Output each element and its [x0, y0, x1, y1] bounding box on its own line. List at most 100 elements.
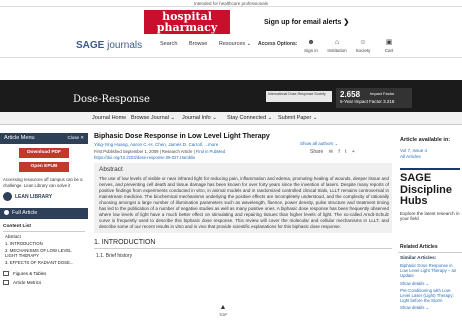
open-epub-button[interactable]: Open EPUB [19, 162, 69, 172]
institution-button[interactable]: ⌂ Institution [324, 38, 350, 53]
arrow-up-icon: ▲ [219, 304, 227, 311]
nav-journal-info[interactable]: Journal Info ⌄ [182, 115, 217, 121]
find-in-pubmed-link[interactable]: Find in PubMed [196, 149, 225, 154]
article-type: Research Article [161, 149, 193, 154]
article-main: Biphasic Dose Response in Low Level Ligh… [94, 133, 392, 324]
abstract-section: Abstract The use of low levels of visibl… [94, 163, 392, 233]
brief-history-heading: 1.1. Brief history [96, 253, 133, 259]
article-metrics-link[interactable]: Article Metrics [3, 278, 85, 287]
metrics-icon [3, 280, 9, 285]
nav-stay-connected[interactable]: Stay Connected ⌄ [227, 115, 272, 121]
top-label: TOP [218, 312, 228, 317]
sage-hubs-subtitle: Explore the latest research in your fiel… [400, 210, 460, 222]
society-button[interactable]: ☺ Society [350, 38, 376, 53]
impact-label: Impact Factor [370, 91, 395, 96]
content-item-mechanisms[interactable]: 2. MECHANISMS OF LOW LEVEL LIGHT THERAPY [3, 246, 85, 258]
figures-icon [3, 271, 9, 276]
available-in-heading: Article available in: [400, 137, 451, 143]
content-item-effects[interactable]: 3. EFFECTS OF RADIANT DOSE... [3, 258, 85, 265]
cart-label: Cart [384, 48, 394, 53]
show-all-authors-link[interactable]: Show all authors ⌄ [300, 141, 338, 147]
related-item[interactable]: Pre-Conditioning with Low-Level Laser (L… [398, 286, 462, 304]
ad-divider [400, 168, 460, 170]
content-item-abstract[interactable]: Abstract [3, 232, 85, 239]
lean-library-logo[interactable]: LEAN LIBRARY [3, 192, 85, 203]
sage-journals-logo[interactable]: SAGE journals [76, 40, 142, 51]
building-icon: ⌂ [334, 39, 340, 46]
ad-brand-line2: pharmacy [156, 21, 218, 34]
full-article-label: Full Article [12, 210, 38, 216]
dose-response-society-ad[interactable]: International Dose-Response Society [266, 91, 332, 102]
abstract-text: The use of low levels of visible or near… [99, 176, 389, 229]
article-menu-header: Article Menu Close ✕ [0, 133, 88, 144]
full-article-tab[interactable]: Full Article [0, 208, 88, 219]
hospital-pharmacy-logo: hospital pharmacy [144, 10, 230, 34]
impact-factor-box: 2.658 Impact Factor 5-Year Impact Factor… [336, 88, 412, 108]
all-articles-link[interactable]: All Articles [400, 154, 460, 160]
nav-journal-home[interactable]: Journal Home [92, 115, 126, 121]
show-details-link[interactable]: Show details ⌄ [398, 303, 462, 310]
content-list: Content List Abstract 1. INTRODUCTION 2.… [3, 224, 85, 265]
twitter-icon[interactable]: t [345, 149, 346, 155]
lean-library-text: LEAN LIBRARY [15, 194, 53, 200]
article-authors[interactable]: Ying-Ying Huang, Aaron C.-H. Chen, James… [94, 142, 392, 147]
related-item[interactable]: Biphasic Dose Response in Low Level Ligh… [398, 261, 462, 279]
group-icon: ☺ [359, 39, 367, 46]
top-nav: Search Browse Resources ⌄ [160, 41, 261, 47]
close-menu-button[interactable]: Close ✕ [67, 135, 84, 141]
society-label: Society [355, 48, 371, 53]
side-links: Figures & Tables Article Metrics [3, 269, 85, 287]
journal-banner: Dose-Response International Dose-Respons… [0, 80, 462, 112]
logo-sage: SAGE [76, 40, 105, 51]
header-icons: ☻ Sign in ⌂ Institution ☺ Society ▣ Cart [298, 38, 408, 56]
content-list-title: Content List [3, 224, 85, 232]
lean-library-note: Accessing resources off campus can be a … [3, 177, 83, 188]
abstract-heading: Abstract [99, 166, 123, 173]
five-year-impact: 5-Year Impact Factor 3.218 [340, 99, 395, 104]
figures-tables-link[interactable]: Figures & Tables [3, 269, 85, 278]
figures-tables-label: Figures & Tables [13, 271, 47, 276]
share-bar: Share ✉ f t + [306, 149, 355, 155]
sage-hubs-ad[interactable]: SAGE Discipline Hubs Explore the latest … [398, 166, 462, 240]
article-metrics-label: Article Metrics [13, 280, 42, 285]
doi-link[interactable]: https://doi.org/10.2203/dose-response.09… [94, 155, 195, 160]
share-plus-icon[interactable]: + [352, 149, 355, 155]
nav-browse[interactable]: Browse [189, 41, 207, 47]
article-sidebar: Article Menu Close ✕ Download PDF Open E… [0, 133, 88, 324]
share-label: Share [310, 149, 324, 155]
first-published: First Published September 1, 2009 [94, 149, 159, 154]
journal-nav: Journal Home Browse Journal ⌄ Journal In… [0, 112, 462, 125]
article-title: Biphasic Dose Response in Low Level Ligh… [94, 133, 270, 140]
email-icon[interactable]: ✉ [329, 149, 333, 155]
top-notice: Intended for healthcare professionals [0, 0, 462, 7]
cart-icon: ▣ [385, 39, 393, 46]
email-alerts-link[interactable]: Sign up for email alerts ❯ [264, 18, 349, 26]
nav-submit-paper[interactable]: Submit Paper ⌄ [278, 115, 317, 121]
cart-button[interactable]: ▣ Cart [376, 38, 402, 53]
sage-hubs-title: SAGE Discipline Hubs [400, 172, 452, 207]
sage-header: SAGE journals Search Browse Resources ⌄ … [0, 36, 462, 58]
nav-browse-journal[interactable]: Browse Journal ⌄ [131, 115, 175, 121]
show-details-link[interactable]: Show details ⌄ [398, 279, 462, 286]
facebook-icon[interactable]: f [338, 149, 339, 155]
article-menu-title: Article Menu [4, 135, 35, 141]
institution-label: Institution [327, 48, 347, 53]
lean-library-icon [3, 192, 12, 201]
access-options: Access Options: [258, 41, 298, 47]
user-icon: ☻ [307, 39, 315, 46]
journal-title[interactable]: Dose-Response [73, 94, 150, 105]
logo-journals: journals [107, 40, 143, 51]
nav-search[interactable]: Search [160, 41, 177, 47]
right-column: Article available in: Vol 7, Issue 4 All… [398, 133, 462, 324]
impact-value: 2.658 [340, 90, 361, 99]
ad-banner[interactable]: hospital pharmacy Sign up for email aler… [114, 8, 349, 35]
nav-resources[interactable]: Resources ⌄ [219, 41, 251, 47]
related-articles-heading: Related Articles [398, 244, 462, 253]
sign-in-button[interactable]: ☻ Sign in [298, 38, 324, 53]
radio-icon [4, 210, 9, 216]
back-to-top-button[interactable]: ▲ TOP [217, 304, 229, 319]
download-pdf-button[interactable]: Download PDF [19, 148, 69, 158]
sign-in-label: Sign in [304, 48, 318, 53]
available-links: Vol 7, Issue 4 All Articles [398, 143, 462, 160]
content-item-introduction[interactable]: 1. INTRODUCTION [3, 239, 85, 246]
